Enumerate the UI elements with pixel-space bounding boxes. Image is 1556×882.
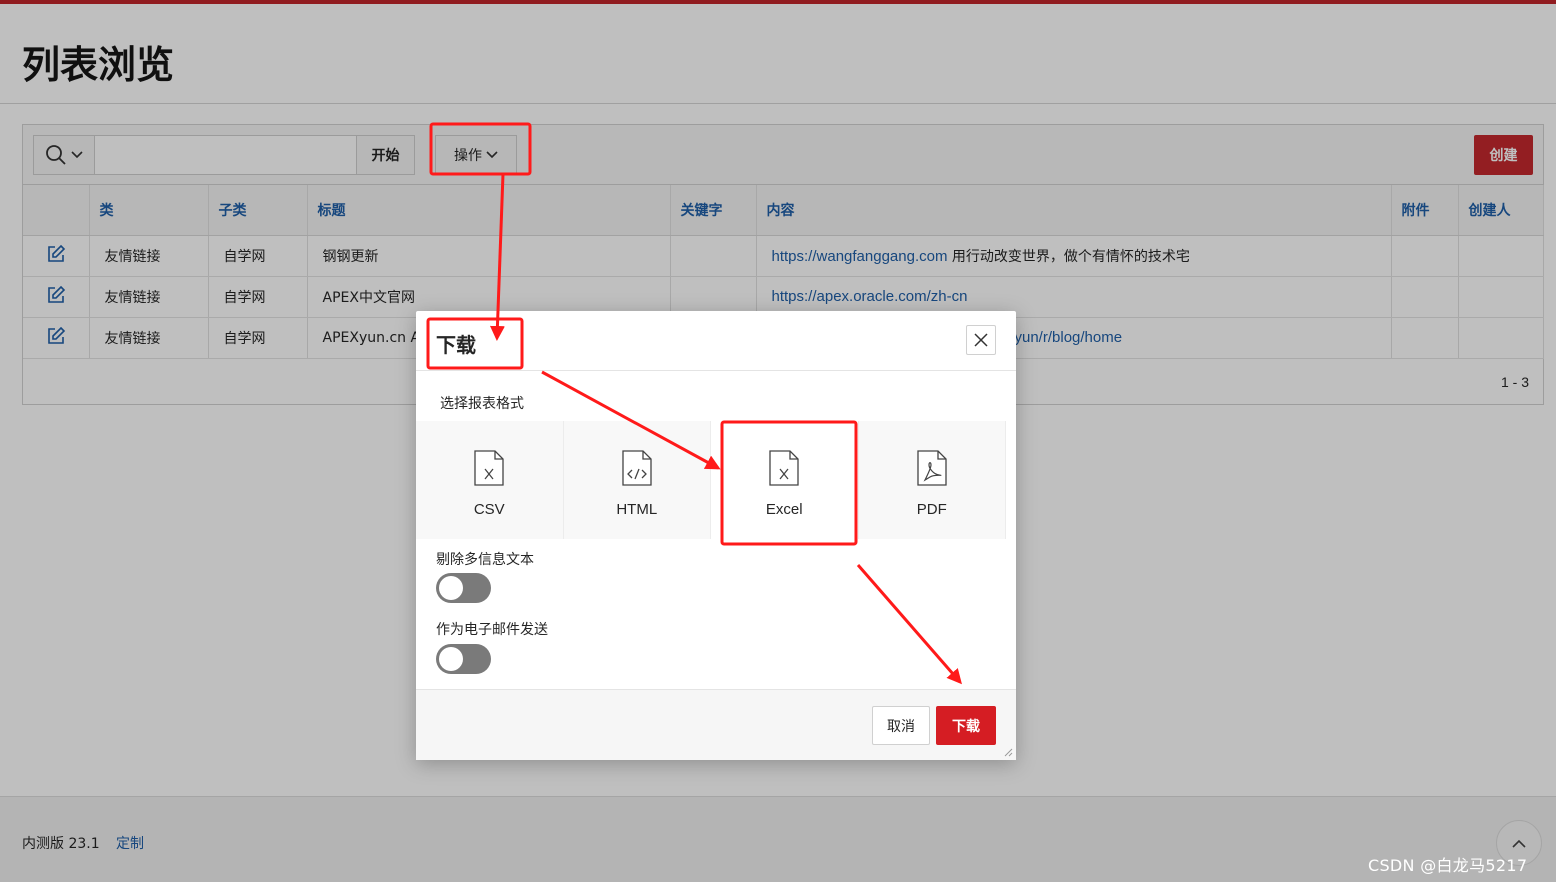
strip-rich-text-label: 剔除多信息文本 bbox=[436, 552, 534, 568]
download-button[interactable]: 下载 bbox=[936, 706, 996, 745]
send-email-toggle[interactable] bbox=[436, 644, 491, 674]
csv-file-icon bbox=[474, 450, 504, 486]
format-name: CSV bbox=[473, 501, 505, 518]
dialog-footer: 取消 下载 bbox=[416, 689, 1016, 760]
format-name: Excel bbox=[765, 501, 803, 518]
format-label: 选择报表格式 bbox=[440, 396, 524, 412]
resize-handle-icon[interactable] bbox=[1003, 747, 1013, 757]
format-option-pdf[interactable]: PDF bbox=[858, 421, 1006, 539]
dialog-header: 下载 bbox=[416, 311, 1016, 371]
close-icon bbox=[974, 333, 988, 347]
strip-rich-text-toggle[interactable] bbox=[436, 573, 491, 603]
cancel-button[interactable]: 取消 bbox=[872, 706, 930, 745]
html-file-icon bbox=[622, 450, 652, 486]
format-option-html[interactable]: HTML bbox=[563, 421, 711, 539]
format-option-csv[interactable]: CSV bbox=[416, 421, 564, 539]
toggle-knob bbox=[439, 647, 463, 671]
pdf-file-icon bbox=[917, 450, 947, 486]
format-options: CSV HTML Excel PDF bbox=[416, 421, 1006, 539]
format-name: PDF bbox=[916, 501, 947, 518]
download-dialog: 下载 选择报表格式 CSV HTML Excel PDF 剔除多信息文本 作为电… bbox=[416, 311, 1016, 760]
dialog-title: 下载 bbox=[436, 333, 476, 357]
format-option-excel[interactable]: Excel bbox=[711, 421, 859, 539]
excel-file-icon bbox=[769, 450, 799, 486]
format-name: HTML bbox=[616, 501, 658, 518]
watermark: CSDN @白龙马5217 bbox=[1368, 856, 1528, 875]
dialog-close-button[interactable] bbox=[966, 325, 996, 355]
toggle-knob bbox=[439, 576, 463, 600]
send-email-label: 作为电子邮件发送 bbox=[436, 622, 548, 638]
